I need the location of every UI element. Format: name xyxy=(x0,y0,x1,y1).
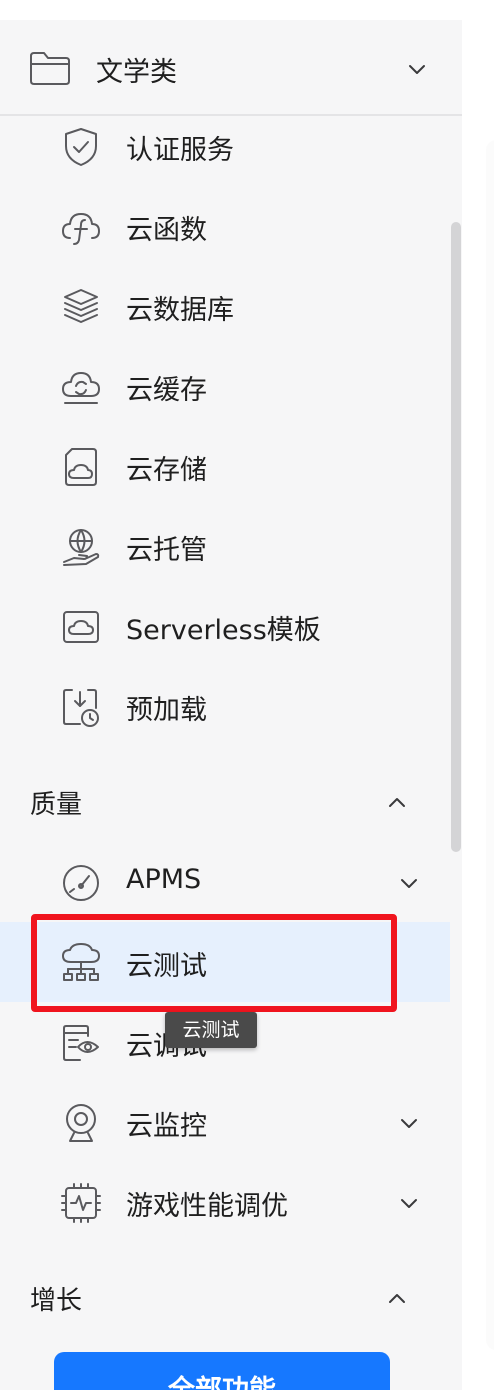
section-growth[interactable]: 增长 xyxy=(0,1268,450,1328)
menu-item-label: 云数据库 xyxy=(126,295,234,326)
menu-item-label: 预加载 xyxy=(126,695,207,726)
database-layers-icon xyxy=(64,289,98,323)
menu-item-cloud-function[interactable]: 云函数 xyxy=(0,186,450,266)
category-header[interactable]: 文学类 xyxy=(0,20,462,116)
section-quality[interactable]: 质量 xyxy=(0,772,450,832)
highlight-annotation xyxy=(31,914,397,1012)
menu-item-apms[interactable]: APMS xyxy=(0,842,450,922)
all-features-button[interactable]: 全部功能 xyxy=(54,1352,390,1390)
globe-hand-icon xyxy=(63,529,100,566)
menu-item-label: APMS xyxy=(126,864,202,895)
content-card xyxy=(486,140,494,1350)
menu-item-cloud-cache[interactable]: 云缓存 xyxy=(0,346,450,426)
section-label: 增长 xyxy=(30,1286,83,1316)
menu-item-label: 云监控 xyxy=(126,1111,207,1142)
menu-item-auth-service[interactable]: 认证服务 xyxy=(0,106,450,186)
menu-item-game-performance[interactable]: 游戏性能调优 xyxy=(0,1162,450,1242)
folder-icon xyxy=(30,52,70,85)
cloud-sync-icon xyxy=(62,372,100,404)
tooltip: 云测试 xyxy=(165,1012,257,1048)
menu-item-label: 认证服务 xyxy=(126,135,234,166)
document-eye-icon xyxy=(63,1025,99,1061)
menu-item-label: Serverless模板 xyxy=(126,615,321,646)
section-label: 质量 xyxy=(30,790,83,820)
chevron-down-icon[interactable] xyxy=(398,1192,420,1214)
cloud-function-icon xyxy=(62,213,100,245)
menu-item-cloud-database[interactable]: 云数据库 xyxy=(0,266,450,346)
chevron-down-icon[interactable] xyxy=(398,872,420,894)
shield-check-icon xyxy=(65,128,97,166)
preload-clock-icon xyxy=(63,689,99,727)
cloud-storage-icon xyxy=(65,448,97,486)
chevron-down-icon[interactable] xyxy=(398,1112,420,1134)
menu-item-preload[interactable]: 预加载 xyxy=(0,666,450,746)
menu-item-serverless-template[interactable]: Serverless模板 xyxy=(0,586,450,666)
chevron-up-icon[interactable] xyxy=(386,1288,408,1310)
page: 文学类 认证服务 云函数 云数据库 云缓存 云存储 云托管 Serverless… xyxy=(0,0,494,1390)
category-label: 文学类 xyxy=(96,57,177,88)
menu-item-label: 云函数 xyxy=(126,215,207,246)
cloud-template-icon xyxy=(63,611,99,643)
sidebar-scrollbar[interactable] xyxy=(451,222,461,852)
chevron-up-icon[interactable] xyxy=(386,792,408,814)
menu-item-label: 游戏性能调优 xyxy=(126,1191,288,1222)
chevron-down-icon[interactable] xyxy=(406,58,428,80)
menu-item-label: 云缓存 xyxy=(126,375,207,406)
main-panel-edge xyxy=(462,20,494,1390)
chip-pulse-icon xyxy=(61,1183,101,1223)
menu-item-cloud-hosting[interactable]: 云托管 xyxy=(0,506,450,586)
menu-item-cloud-monitor[interactable]: 云监控 xyxy=(0,1082,450,1162)
menu-item-label: 云托管 xyxy=(126,535,207,566)
menu-item-cloud-storage[interactable]: 云存储 xyxy=(0,426,450,506)
gauge-icon xyxy=(63,865,99,901)
webcam-icon xyxy=(66,1104,96,1142)
menu-item-label: 云存储 xyxy=(126,455,207,486)
